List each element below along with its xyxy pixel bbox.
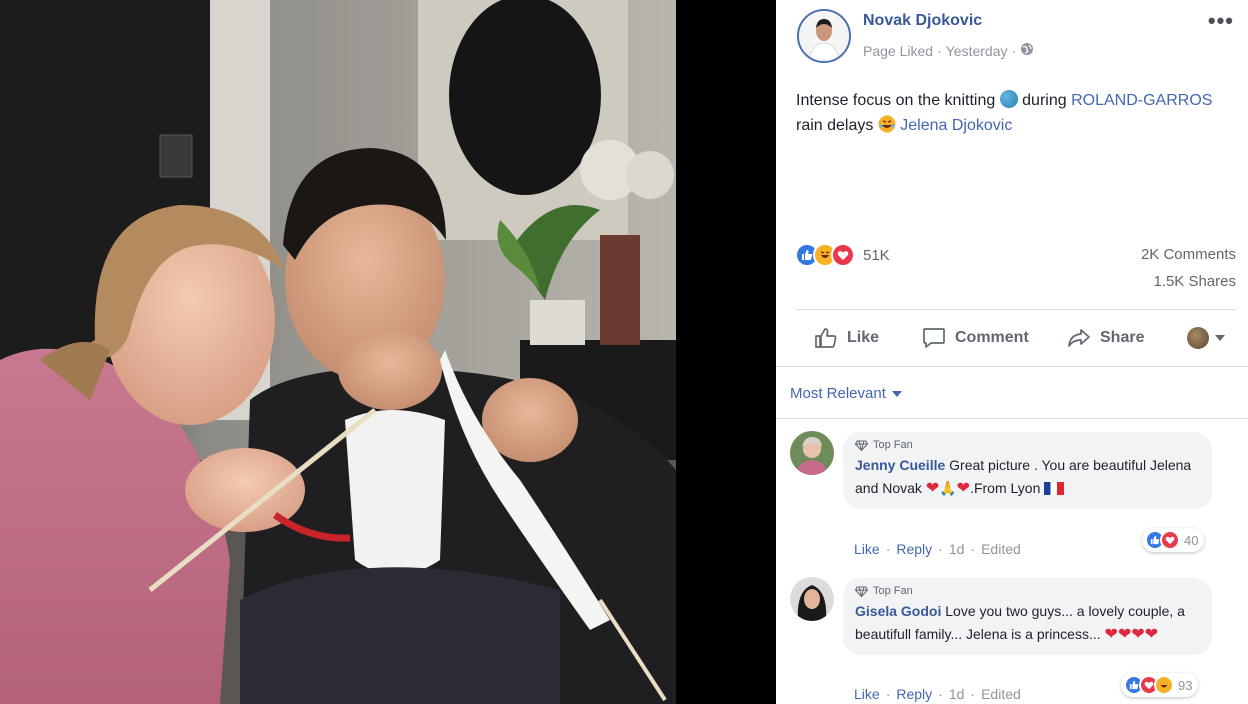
photo-illustration [0,0,676,704]
caret-down-icon [891,390,902,397]
divider [796,309,1236,310]
comment-sort-dropdown[interactable]: Most Relevant [790,385,902,402]
comment-body-end: .From Lyon [970,480,1041,496]
comment-reply-link[interactable]: Reply [896,541,932,557]
post-text-start: Intense focus on the knitting [796,92,996,109]
comment-bubble: Top Fan Jenny Cueille Great picture . Yo… [843,432,1212,509]
comment-icon [923,328,945,348]
separator: · [970,686,976,702]
top-fan-icon [855,586,868,597]
pray-icon: 🙏 [939,480,957,496]
comment-reactions[interactable]: 40 [1142,528,1205,552]
sort-label: Most Relevant [790,385,886,402]
post-time[interactable]: Yesterday [946,43,1008,59]
comment-actions: Like · Reply · 1d · Edited [854,541,1021,557]
heart-icon: ❤ [956,480,971,497]
like-icon [815,328,837,348]
comment-edited-label[interactable]: Edited [981,541,1021,557]
caret-down-icon [1215,335,1225,341]
post-panel: Novak Djokovic Page Liked · Yesterday · … [776,0,1248,704]
separator: · [885,541,891,557]
like-label: Like [847,329,880,346]
share-label: Share [1100,329,1145,346]
reaction-identity-selector[interactable] [1187,327,1225,349]
separator: · [938,686,943,702]
comment-bubble: Top Fan Gisela Godoi Love you two guys..… [843,578,1212,655]
separator: · [970,541,976,557]
post-photo[interactable] [0,0,676,704]
page-liked-label: Page Liked [863,42,934,59]
heart-icon: ❤ [1144,626,1159,643]
love-icon [831,243,855,267]
commenter-name[interactable]: Jenny Cueille [855,457,945,473]
separator: · [885,686,891,702]
comment-button[interactable]: Comment [922,327,1029,349]
comment-label: Comment [955,329,1029,346]
heart-icon: ❤ [1117,626,1132,643]
comment-text: Jenny Cueille Great picture . You are be… [855,454,1200,500]
post-text-mid: during [1017,92,1072,109]
comment-reaction-count: 40 [1184,532,1199,548]
globe-icon[interactable] [1020,42,1034,59]
share-button[interactable]: Share [1067,327,1144,349]
commenter-avatar-image [790,577,834,621]
haha-icon [1154,675,1174,695]
author-avatar-image [799,11,849,61]
tagged-person-link[interactable]: Jelena Djokovic [900,117,1012,134]
more-icon[interactable]: ••• [1208,8,1234,34]
love-icon [1160,530,1180,550]
reaction-summary[interactable]: 51K [795,243,890,267]
comment-time[interactable]: 1d [949,541,965,557]
photo-divider [676,0,776,704]
heart-icon: ❤ [1104,626,1118,643]
comment-like-link[interactable]: Like [854,541,880,557]
france-flag-icon [1044,482,1065,495]
commenter-avatar[interactable] [790,431,834,475]
commenter-name[interactable]: Gisela Godoi [855,603,941,619]
heart-icon: ❤ [1131,626,1145,643]
comment-reaction-count: 93 [1178,677,1193,693]
post-text: Intense focus on the knitting during ROL… [796,88,1236,138]
comment-reply-link[interactable]: Reply [896,686,932,702]
top-fan-badge: Top Fan [855,585,1200,597]
comment-actions: Like · Reply · 1d · Edited [854,686,1021,702]
comment-reactions[interactable]: 93 [1121,673,1199,697]
heart-icon: ❤ [925,480,940,497]
divider [776,366,1248,367]
commenter-avatar-image [790,431,834,475]
author-avatar[interactable] [797,9,851,63]
comment-like-link[interactable]: Like [854,686,880,702]
top-fan-label: Top Fan [873,439,913,451]
reaction-count: 51K [863,246,890,264]
user-avatar [1187,327,1209,349]
separator: · [938,541,943,557]
post-text-end: rain delays [796,117,878,134]
meta-separator: · [937,42,942,59]
divider [776,418,1248,419]
post-meta: Page Liked · Yesterday · [863,42,1034,59]
comment-text: Gisela Godoi Love you two guys... a love… [855,600,1200,646]
author-name[interactable]: Novak Djokovic [863,12,982,30]
comments-count[interactable]: 2K Comments [1141,246,1236,263]
like-button[interactable]: Like [814,327,879,349]
top-fan-badge: Top Fan [855,439,1200,451]
event-link[interactable]: ROLAND-GARROS [1071,92,1212,109]
commenter-avatar[interactable] [790,577,834,621]
comment-edited-label[interactable]: Edited [981,686,1021,702]
yarn-emoji-icon [999,90,1018,108]
laughing-emoji-icon [878,115,896,133]
share-icon [1068,329,1090,347]
top-fan-label: Top Fan [873,585,913,597]
shares-count[interactable]: 1.5K Shares [1153,273,1236,290]
top-fan-icon [855,440,868,451]
action-bar: Like Comment Share [796,318,1236,358]
meta-separator: · [1011,42,1017,59]
comment-time[interactable]: 1d [949,686,965,702]
